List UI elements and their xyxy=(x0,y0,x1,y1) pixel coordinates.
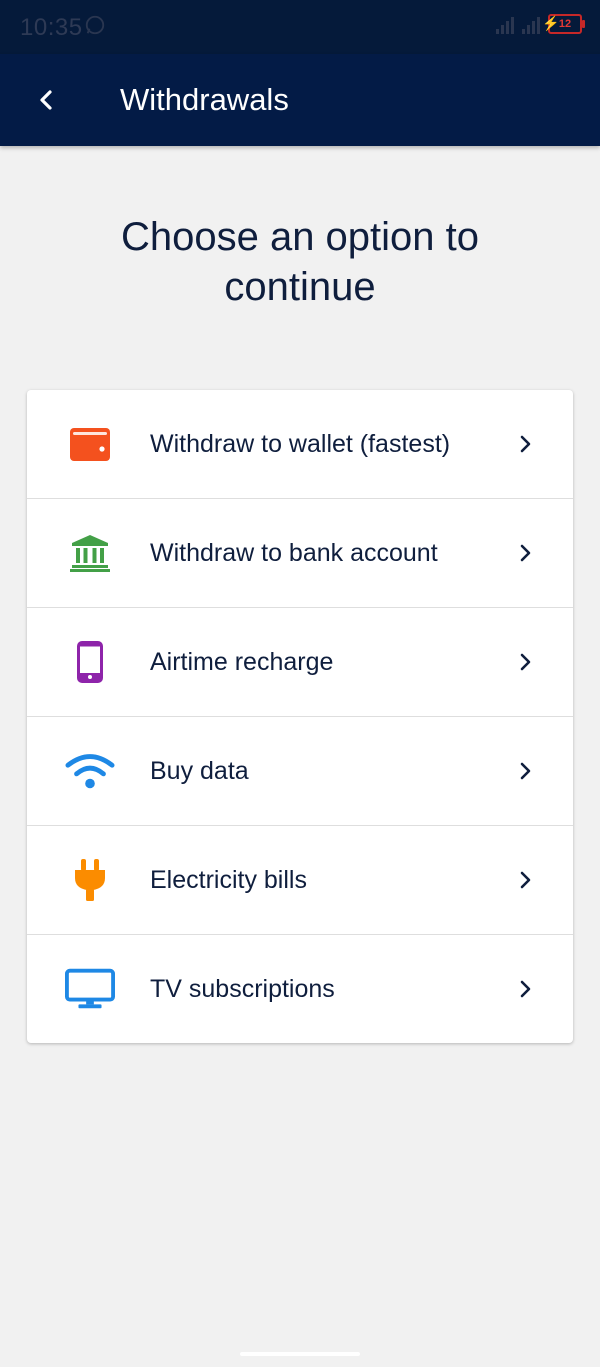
option-label: TV subscriptions xyxy=(150,974,335,1003)
heading-line-1: Choose an option to xyxy=(120,215,480,259)
option-label: Withdraw to wallet (fastest) xyxy=(150,429,451,458)
option-label: Withdraw to bank account xyxy=(150,538,438,567)
chevron-right-icon xyxy=(520,435,531,453)
chevron-right-icon xyxy=(520,980,531,998)
back-button[interactable] xyxy=(22,76,70,124)
option-label: Airtime recharge xyxy=(150,647,334,676)
option-electricity-bills[interactable]: Electricity bills xyxy=(27,826,573,935)
phone-icon xyxy=(65,637,115,687)
battery-icon: ⚡ 12 xyxy=(542,14,585,34)
bank-icon xyxy=(65,528,115,578)
option-airtime-recharge[interactable]: Airtime recharge xyxy=(27,608,573,717)
status-time: 10:35 xyxy=(20,14,83,41)
option-tv-subscriptions[interactable]: TV subscriptions xyxy=(27,935,573,1043)
chevron-right-icon xyxy=(520,653,531,671)
app-bar: Withdrawals xyxy=(0,54,600,146)
battery-level: 12 xyxy=(558,18,572,30)
power-plug-icon xyxy=(65,855,115,905)
option-buy-data[interactable]: Buy data xyxy=(27,717,573,826)
wifi-icon xyxy=(65,746,115,796)
signal-icon xyxy=(496,14,514,34)
chevron-right-icon xyxy=(520,762,531,780)
option-label: Buy data xyxy=(150,756,249,785)
page-title: Withdrawals xyxy=(120,82,289,117)
option-withdraw-wallet[interactable]: Withdraw to wallet (fastest) xyxy=(27,390,573,499)
chevron-right-icon xyxy=(520,544,531,562)
chevron-left-icon xyxy=(40,90,52,110)
home-indicator[interactable] xyxy=(240,1352,360,1356)
signal-icon xyxy=(522,14,540,34)
option-label: Electricity bills xyxy=(150,865,307,894)
charging-bolt-icon: ⚡ xyxy=(542,15,560,31)
wallet-icon xyxy=(65,419,115,469)
option-withdraw-bank[interactable]: Withdraw to bank account xyxy=(27,499,573,608)
status-icons: ⚡ 12 xyxy=(496,14,585,34)
chevron-right-icon xyxy=(520,871,531,889)
status-bar: 10:35 ⚡ 12 xyxy=(0,0,600,54)
whatsapp-icon xyxy=(85,15,105,35)
heading-line-2: continue xyxy=(224,265,376,309)
options-list: Withdraw to wallet (fastest) Withdraw to… xyxy=(27,390,573,1043)
options-heading: Choose an option to continue xyxy=(0,212,600,312)
tv-icon xyxy=(65,964,115,1014)
